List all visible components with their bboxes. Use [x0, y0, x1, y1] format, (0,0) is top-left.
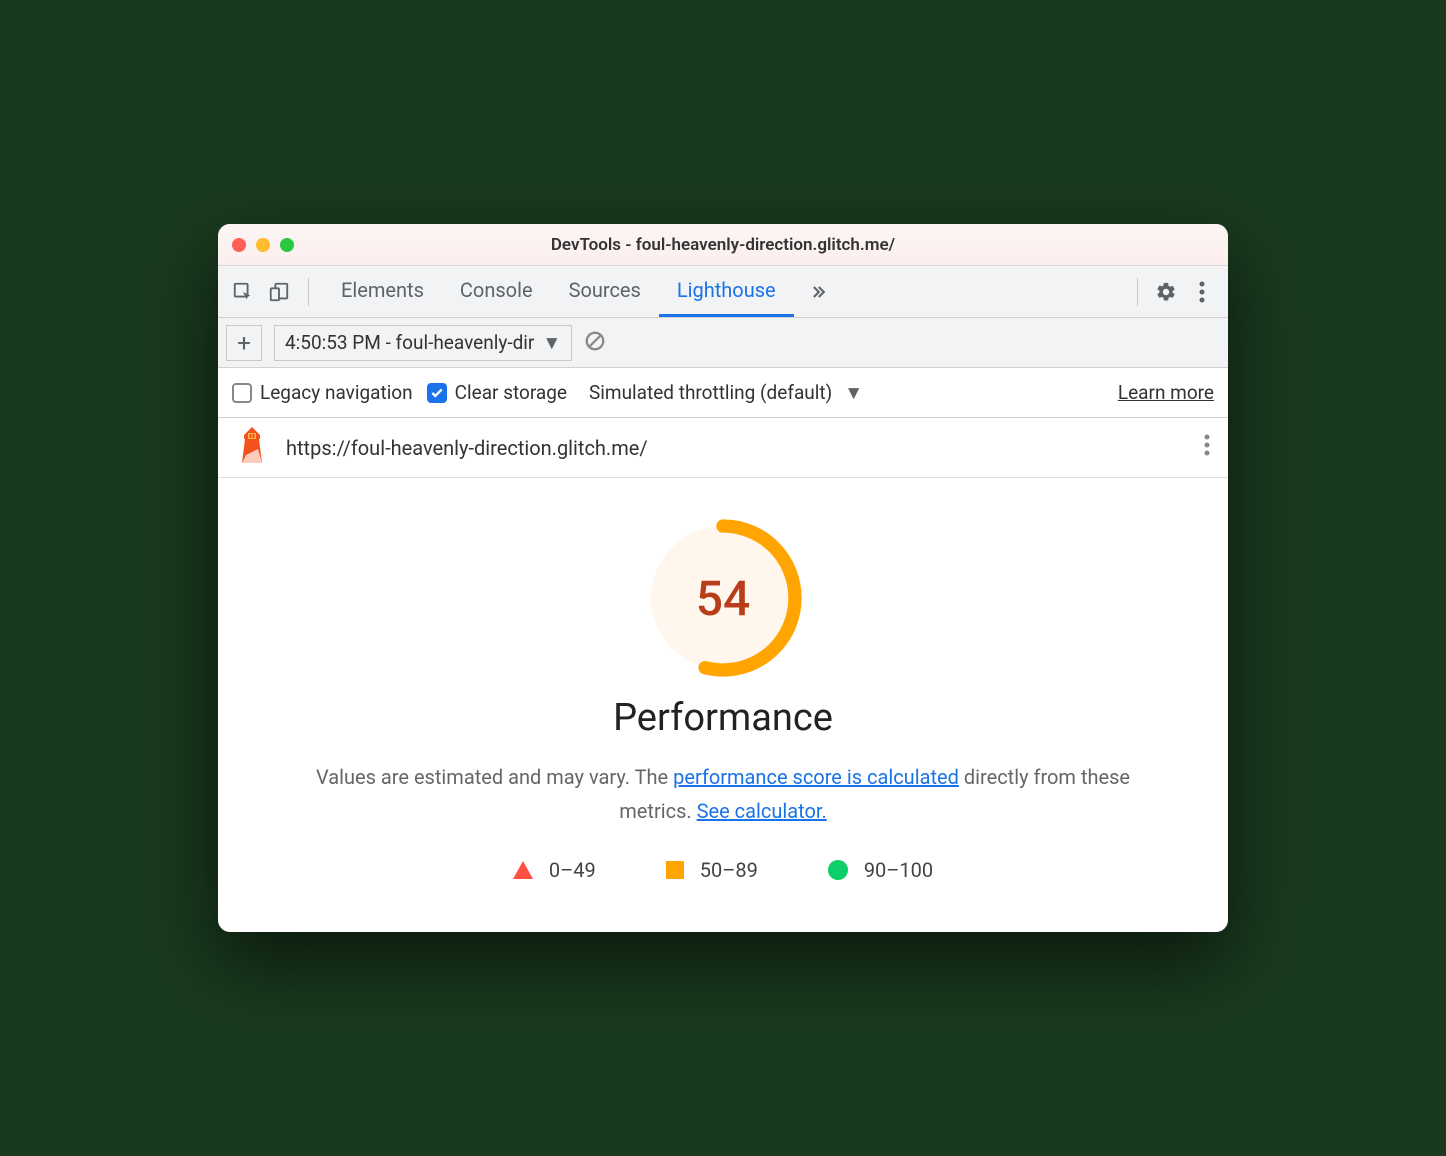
legacy-navigation-option[interactable]: Legacy navigation: [232, 381, 413, 404]
performance-title: Performance: [248, 696, 1198, 740]
performance-score: 54: [643, 518, 803, 678]
window-controls: [232, 238, 294, 252]
tab-console[interactable]: Console: [442, 266, 551, 317]
circle-icon: [828, 860, 848, 880]
legend-mid: 50–89: [666, 858, 758, 882]
report-urlbar: https://foul-heavenly-direction.glitch.m…: [218, 418, 1228, 478]
legend-low-label: 0–49: [549, 858, 596, 882]
kebab-menu-icon[interactable]: [1186, 276, 1218, 308]
titlebar: DevTools - foul-heavenly-direction.glitc…: [218, 224, 1228, 266]
lighthouse-icon: [236, 425, 268, 470]
tab-elements[interactable]: Elements: [323, 266, 442, 317]
inspect-element-icon[interactable]: [228, 277, 258, 307]
checkbox-unchecked-icon[interactable]: [232, 383, 252, 403]
legend-high-label: 90–100: [864, 858, 933, 882]
separator: [308, 278, 309, 306]
chevron-down-icon: ▼: [542, 331, 561, 355]
score-legend: 0–49 50–89 90–100: [248, 858, 1198, 882]
window-title: DevTools - foul-heavenly-direction.glitc…: [218, 235, 1228, 255]
clear-storage-option[interactable]: Clear storage: [427, 381, 567, 404]
chevron-down-icon: ▼: [844, 381, 863, 405]
devtools-tabbar: Elements Console Sources Lighthouse: [218, 266, 1228, 318]
report-select[interactable]: 4:50:53 PM - foul-heavenly-dir ▼: [274, 325, 572, 361]
legend-high: 90–100: [828, 858, 933, 882]
square-icon: [666, 861, 684, 879]
performance-description: Values are estimated and may vary. The p…: [313, 760, 1133, 828]
triangle-icon: [513, 861, 533, 879]
lighthouse-toolbar: + 4:50:53 PM - foul-heavenly-dir ▼: [218, 318, 1228, 368]
legend-mid-label: 50–89: [700, 858, 758, 882]
tab-lighthouse[interactable]: Lighthouse: [659, 266, 794, 317]
tab-sources[interactable]: Sources: [551, 266, 659, 317]
learn-more-link[interactable]: Learn more: [1118, 381, 1214, 404]
gear-icon[interactable]: [1150, 276, 1182, 308]
legacy-navigation-label: Legacy navigation: [260, 381, 413, 404]
lighthouse-options: Legacy navigation Clear storage Simulate…: [218, 368, 1228, 418]
legend-low: 0–49: [513, 858, 596, 882]
more-tabs-button[interactable]: [800, 282, 836, 302]
lighthouse-report: 54 Performance Values are estimated and …: [218, 478, 1228, 932]
report-select-label: 4:50:53 PM - foul-heavenly-dir: [285, 331, 534, 354]
performance-gauge: 54: [643, 518, 803, 678]
zoom-window-button[interactable]: [280, 238, 294, 252]
score-calc-link[interactable]: performance score is calculated: [673, 765, 959, 789]
clear-storage-label: Clear storage: [455, 381, 567, 404]
minimize-window-button[interactable]: [256, 238, 270, 252]
separator: [1137, 278, 1138, 306]
panel-tabs: Elements Console Sources Lighthouse: [323, 266, 794, 317]
checkbox-checked-icon[interactable]: [427, 383, 447, 403]
device-toolbar-icon[interactable]: [264, 277, 294, 307]
close-window-button[interactable]: [232, 238, 246, 252]
see-calculator-link[interactable]: See calculator.: [697, 799, 827, 823]
clear-icon[interactable]: [584, 330, 606, 356]
devtools-window: DevTools - foul-heavenly-direction.glitc…: [218, 224, 1228, 932]
new-report-button[interactable]: +: [226, 325, 262, 361]
throttling-select[interactable]: Simulated throttling (default) ▼: [589, 381, 863, 405]
report-url: https://foul-heavenly-direction.glitch.m…: [286, 436, 648, 460]
report-menu-icon[interactable]: [1204, 434, 1210, 461]
throttling-label: Simulated throttling (default): [589, 381, 832, 404]
